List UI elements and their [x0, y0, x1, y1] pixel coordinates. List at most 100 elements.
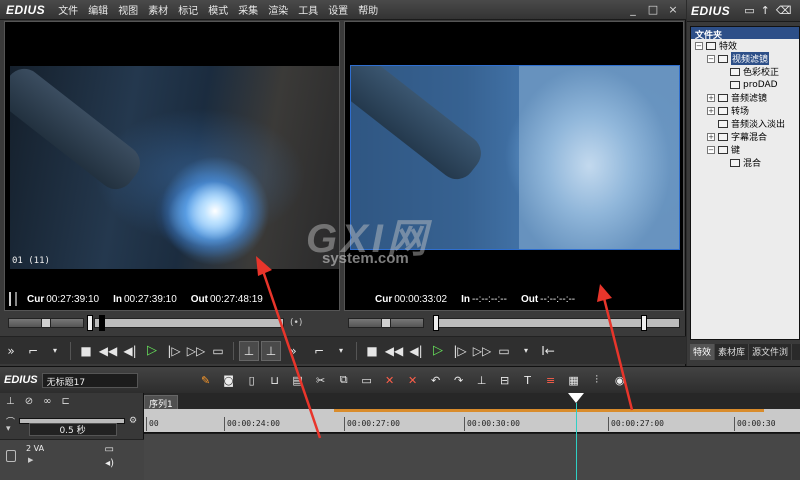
insert-to-timeline-icon[interactable]: ⊥	[239, 340, 259, 361]
speaker-icon[interactable]: ◂)	[105, 458, 114, 469]
mode-icon[interactable]: ⊥	[6, 396, 15, 407]
render-icon[interactable]: ▦	[564, 371, 584, 389]
open-file-icon[interactable]: ⊔	[265, 371, 285, 389]
new-sequence-icon[interactable]: ✎	[196, 371, 216, 389]
audio-mixer-icon[interactable]: ⫶	[587, 371, 607, 389]
stop-icon[interactable]: ■	[76, 341, 96, 361]
expand-chevron-icon[interactable]: »	[1, 341, 21, 361]
player-monitor[interactable]: 01 (11) Cur 00:27:39:10 In 00:27:39:10 O…	[4, 21, 340, 311]
timeline-playhead[interactable]	[568, 393, 584, 480]
undo-icon[interactable]: ↶	[426, 371, 446, 389]
expand-chevron-icon[interactable]: »	[283, 341, 303, 361]
dropdown-icon[interactable]: ▾	[516, 341, 536, 361]
step-forward-icon[interactable]: |▷	[450, 341, 470, 361]
fast-forward-icon[interactable]: ▷▷	[472, 341, 492, 361]
tree-item[interactable]: − 键	[695, 143, 799, 156]
menu-view[interactable]: 视图	[113, 2, 143, 17]
video-visible-icon[interactable]: ▭	[105, 444, 114, 455]
maximize-icon[interactable]: □	[646, 3, 660, 17]
in-point-marker[interactable]	[87, 315, 93, 331]
tab-source-browser[interactable]: 源文件浏	[749, 344, 793, 360]
recorder-shuttle-slider[interactable]	[348, 318, 424, 328]
new-file-icon[interactable]: ▯	[242, 371, 262, 389]
set-in-icon[interactable]: ⌐	[309, 341, 329, 361]
dropdown-icon[interactable]: ▾	[45, 341, 65, 361]
recorder-monitor[interactable]: Cur 00:00:33:02 In --:--:--:-- Out --:--…	[344, 21, 684, 311]
minimize-icon[interactable]: _	[626, 3, 640, 17]
tree-item[interactable]: − 视频滤镜	[695, 52, 799, 65]
save-icon[interactable]: ▤	[288, 371, 308, 389]
player-shuttle-slider[interactable]	[8, 318, 84, 328]
camera-icon[interactable]: ◙	[219, 371, 239, 389]
split-icon[interactable]: ⊟	[495, 371, 515, 389]
menu-marker[interactable]: 标记	[173, 2, 203, 17]
tree-item[interactable]: − 特效	[695, 39, 799, 52]
shuttle-knob[interactable]	[41, 318, 51, 328]
menu-file[interactable]: 文件	[53, 2, 83, 17]
tab-effects[interactable]: 特效	[690, 344, 716, 360]
loop-icon[interactable]: (•)	[290, 318, 302, 328]
timeline-scale-select[interactable]: 0.5 秒	[28, 422, 117, 436]
loop-play-icon[interactable]: ▭	[494, 341, 514, 361]
menu-help[interactable]: 帮助	[353, 2, 383, 17]
step-forward-icon[interactable]: |▷	[164, 341, 184, 361]
menu-clip[interactable]: 素材	[143, 2, 173, 17]
add-marker-icon[interactable]: ⊥	[472, 371, 492, 389]
snap-icon[interactable]: ⊏	[61, 396, 69, 407]
menu-capture[interactable]: 采集	[233, 2, 263, 17]
rewind-icon[interactable]: ◀◀	[384, 341, 404, 361]
title-icon[interactable]: T	[518, 371, 538, 389]
tree-item[interactable]: 音频淡入淡出	[695, 117, 799, 130]
fast-forward-icon[interactable]: ▷▷	[186, 341, 206, 361]
tree-item[interactable]: 色彩校正	[695, 65, 799, 78]
delete-clip-icon[interactable]: ✕	[380, 371, 400, 389]
project-name-field[interactable]: 无标题17	[41, 372, 138, 388]
overwrite-to-timeline-icon[interactable]: ⊥	[261, 340, 281, 361]
color-correct-icon[interactable]: ◉	[610, 371, 630, 389]
tree-item[interactable]: + 音频滤镜	[695, 91, 799, 104]
menu-render[interactable]: 渲染	[263, 2, 293, 17]
play-icon[interactable]: ▷	[142, 341, 162, 361]
tree-item[interactable]: + 字幕混合	[695, 130, 799, 143]
shuttle-knob[interactable]	[381, 318, 391, 328]
play-icon[interactable]: ▷	[428, 341, 448, 361]
redo-icon[interactable]: ↷	[449, 371, 469, 389]
collapse-icon[interactable]: ▾	[0, 424, 11, 434]
rewind-icon[interactable]: ◀◀	[98, 341, 118, 361]
folder-icon[interactable]: ▭	[744, 4, 754, 17]
paste-icon[interactable]: ▭	[357, 371, 377, 389]
dropdown-icon[interactable]: ▾	[331, 341, 351, 361]
tab-bin[interactable]: 素材库	[715, 344, 750, 360]
set-in-icon[interactable]: ⌐	[23, 341, 43, 361]
link-icon[interactable]: ∞	[43, 396, 51, 407]
match-frame-icon[interactable]: I←	[538, 341, 558, 361]
tree-item[interactable]: 混合	[695, 156, 799, 169]
lock-icon[interactable]	[6, 450, 16, 462]
sync-icon[interactable]: ⊘	[25, 396, 33, 407]
tree-item[interactable]: + 转场	[695, 104, 799, 117]
delete-icon[interactable]: ⌫	[776, 4, 792, 17]
stop-icon[interactable]: ■	[362, 341, 382, 361]
playhead-handle[interactable]	[568, 393, 584, 403]
expand-toggle-icon[interactable]: −	[707, 145, 715, 154]
in-point-marker[interactable]	[433, 315, 439, 331]
loop-play-icon[interactable]: ▭	[208, 341, 228, 361]
mixer-icon[interactable]: ≡	[541, 371, 561, 389]
menu-settings[interactable]: 设置	[323, 2, 353, 17]
cut-icon[interactable]: ✂	[311, 371, 331, 389]
expand-toggle-icon[interactable]: −	[707, 54, 715, 63]
step-back-icon[interactable]: ◀|	[406, 341, 426, 361]
expand-track-icon[interactable]: ▶	[28, 456, 33, 464]
track-header-2va[interactable]: 2 VA ▶ ▭ ◂)	[0, 439, 144, 480]
expand-toggle-icon[interactable]: +	[707, 93, 715, 102]
player-position-bar[interactable]	[87, 315, 284, 331]
menu-tools[interactable]: 工具	[293, 2, 323, 17]
menu-mode[interactable]: 模式	[203, 2, 233, 17]
copy-icon[interactable]: ⧉	[334, 371, 354, 389]
ripple-delete-icon[interactable]: ✕	[403, 371, 423, 389]
recorder-position-bar[interactable]	[433, 315, 680, 331]
track-lane-2va[interactable]	[144, 433, 800, 480]
tree-item[interactable]: proDAD	[695, 78, 799, 91]
close-icon[interactable]: ×	[666, 3, 680, 17]
step-back-icon[interactable]: ◀|	[120, 341, 140, 361]
